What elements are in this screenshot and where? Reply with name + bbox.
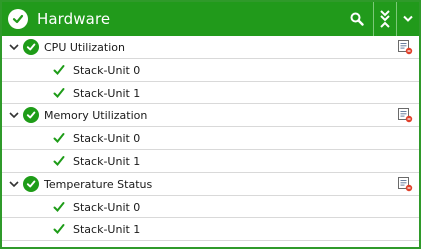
tree-child-row[interactable]: Stack-Unit 1 xyxy=(2,150,419,173)
chevron-down-icon[interactable] xyxy=(397,2,419,36)
check-icon xyxy=(53,87,65,99)
tree-child-row[interactable]: Stack-Unit 1 xyxy=(2,82,419,105)
status-ok-icon xyxy=(23,39,39,55)
child-label: Stack-Unit 1 xyxy=(73,223,141,237)
status-ok-icon xyxy=(8,9,28,29)
tree-child-row[interactable]: Stack-Unit 0 xyxy=(2,196,419,219)
check-icon xyxy=(53,64,65,76)
report-icon[interactable] xyxy=(397,107,413,123)
panel-header: Hardware xyxy=(2,2,419,36)
tree-group-row[interactable]: Temperature Status xyxy=(2,173,419,196)
tree-child-row[interactable]: Stack-Unit 0 xyxy=(2,59,419,82)
chevron-down-icon[interactable] xyxy=(8,41,20,53)
group-label: CPU Utilization xyxy=(44,41,125,54)
hardware-panel: Hardware CPU Utilization Stack-Unit 0 St… xyxy=(0,0,421,249)
chevron-down-icon[interactable] xyxy=(8,109,20,121)
child-label: Stack-Unit 0 xyxy=(73,200,141,214)
panel-title: Hardware xyxy=(37,10,111,28)
report-icon[interactable] xyxy=(397,39,413,55)
tree-group-row[interactable]: CPU Utilization xyxy=(2,36,419,59)
chevron-down-icon[interactable] xyxy=(8,178,20,190)
check-icon xyxy=(53,201,65,213)
status-ok-icon xyxy=(23,175,39,192)
child-label: Stack-Unit 0 xyxy=(73,132,141,146)
tree-child-row[interactable]: Stack-Unit 0 xyxy=(2,127,419,150)
header-toolbar xyxy=(345,2,419,36)
check-icon xyxy=(53,223,65,235)
status-ok-icon xyxy=(23,107,39,124)
report-icon[interactable] xyxy=(397,176,413,192)
tree-list: CPU Utilization Stack-Unit 0 Stack-Unit … xyxy=(2,36,419,242)
group-label: Memory Utilization xyxy=(44,109,148,123)
tree-child-row[interactable]: Stack-Unit 1 xyxy=(2,218,419,242)
group-label: Temperature Status xyxy=(44,177,153,191)
check-icon xyxy=(53,132,65,144)
search-icon[interactable] xyxy=(345,2,369,36)
tree-group-row[interactable]: Memory Utilization xyxy=(2,104,419,128)
child-label: Stack-Unit 1 xyxy=(73,154,141,168)
child-label: Stack-Unit 1 xyxy=(73,86,141,100)
collapse-all-icon[interactable] xyxy=(373,2,397,36)
check-icon xyxy=(53,155,65,167)
child-label: Stack-Unit 0 xyxy=(73,63,141,77)
